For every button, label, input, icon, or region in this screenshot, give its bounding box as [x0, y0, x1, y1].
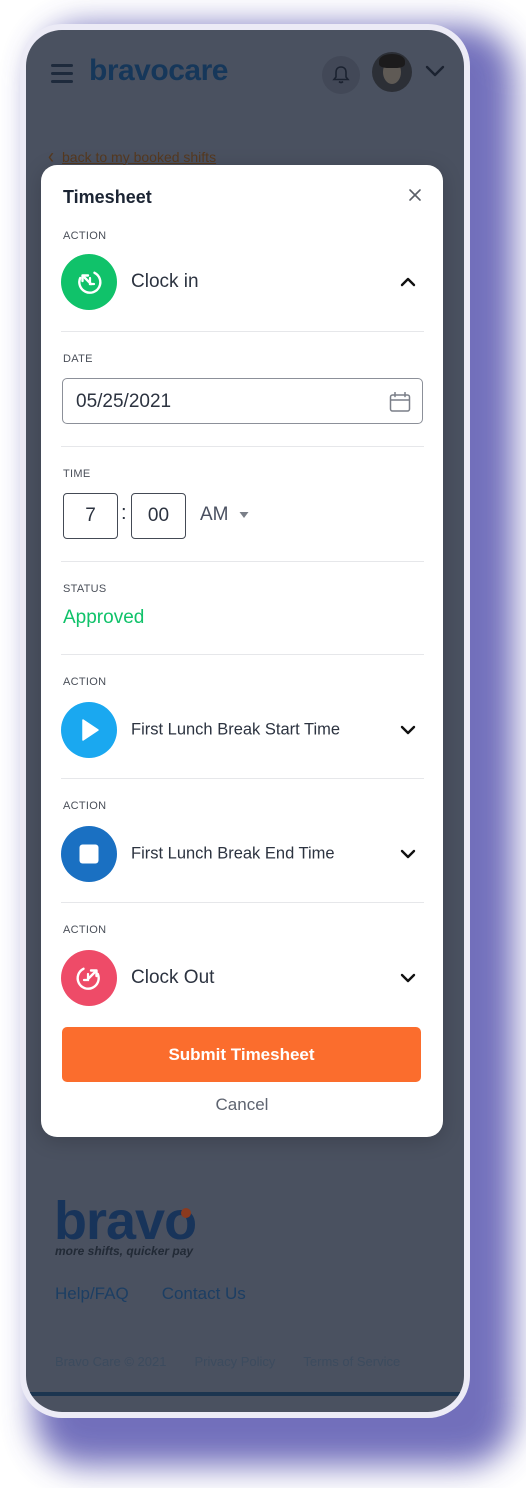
time-separator: :	[121, 502, 127, 524]
submit-timesheet-button[interactable]: Submit Timesheet	[62, 1027, 421, 1082]
hour-input[interactable]: 7	[63, 493, 118, 539]
footer-links: Help/FAQ Contact Us	[55, 1284, 246, 1304]
terms-of-service-link[interactable]: Terms of Service	[303, 1354, 400, 1369]
clock-out-icon	[61, 950, 117, 1006]
play-icon	[61, 702, 117, 758]
action-label: ACTION	[63, 676, 107, 688]
date-input[interactable]: 05/25/2021	[62, 378, 423, 424]
time-label: TIME	[63, 468, 91, 480]
divider	[61, 778, 424, 779]
logo-dot	[181, 1208, 191, 1218]
divider	[61, 331, 424, 332]
caret-down-icon	[239, 512, 248, 518]
action-label: ACTION	[63, 230, 107, 242]
bottom-bar	[26, 1392, 464, 1396]
clock-in-icon	[61, 254, 117, 310]
divider	[61, 654, 424, 655]
back-link[interactable]: ‹ back to my booked shifts	[48, 144, 217, 168]
timesheet-modal: Timesheet ACTION Clock in DATE 05/25/202…	[41, 165, 443, 1137]
divider	[61, 561, 424, 562]
contact-us-link[interactable]: Contact Us	[162, 1284, 246, 1304]
clock-out-row[interactable]: Clock Out	[61, 950, 424, 1006]
copyright: Bravo Care © 2021	[55, 1354, 167, 1369]
clock-out-label: Clock Out	[131, 967, 215, 988]
action-label: ACTION	[63, 924, 107, 936]
lunch-start-row[interactable]: First Lunch Break Start Time	[61, 702, 424, 758]
divider	[61, 902, 424, 903]
calendar-icon[interactable]	[389, 392, 411, 412]
period-value: AM	[200, 504, 229, 525]
status-label: STATUS	[63, 583, 107, 595]
modal-title: Timesheet	[63, 187, 152, 207]
chevron-down-icon	[400, 725, 416, 735]
cancel-button[interactable]: Cancel	[41, 1095, 443, 1115]
privacy-policy-link[interactable]: Privacy Policy	[194, 1354, 275, 1369]
lunch-start-label: First Lunch Break Start Time	[131, 720, 341, 739]
menu-icon[interactable]	[51, 64, 73, 83]
clock-in-label: Clock in	[131, 271, 199, 292]
chevron-down-icon	[400, 849, 416, 859]
period-select[interactable]: AM	[200, 504, 249, 526]
avatar[interactable]	[372, 52, 412, 92]
back-link-label: back to my booked shifts	[62, 148, 217, 165]
brand-logo: bravocare	[89, 54, 228, 87]
help-faq-link[interactable]: Help/FAQ	[55, 1284, 129, 1304]
chevron-down-icon[interactable]	[424, 60, 446, 82]
date-label: DATE	[63, 353, 93, 365]
footer-logo: bravo	[54, 1191, 197, 1251]
chevron-up-icon	[400, 277, 416, 287]
close-icon[interactable]	[405, 185, 425, 205]
tagline: more shifts, quicker pay	[55, 1244, 194, 1258]
action-label: ACTION	[63, 800, 107, 812]
clock-in-row[interactable]: Clock in	[61, 254, 424, 310]
minute-input[interactable]: 00	[131, 493, 186, 539]
lunch-end-label: First Lunch Break End Time	[131, 844, 335, 863]
date-value: 05/25/2021	[76, 391, 172, 412]
legal-links: Bravo Care © 2021 Privacy Policy Terms o…	[55, 1354, 400, 1369]
lunch-end-row[interactable]: First Lunch Break End Time	[61, 826, 424, 882]
notifications-button[interactable]	[322, 56, 360, 94]
stop-icon	[61, 826, 117, 882]
chevron-down-icon	[400, 973, 416, 983]
divider	[61, 446, 424, 447]
status-badge: Approved	[63, 607, 145, 628]
app-header: bravocare	[26, 30, 464, 116]
bell-icon	[332, 66, 350, 84]
